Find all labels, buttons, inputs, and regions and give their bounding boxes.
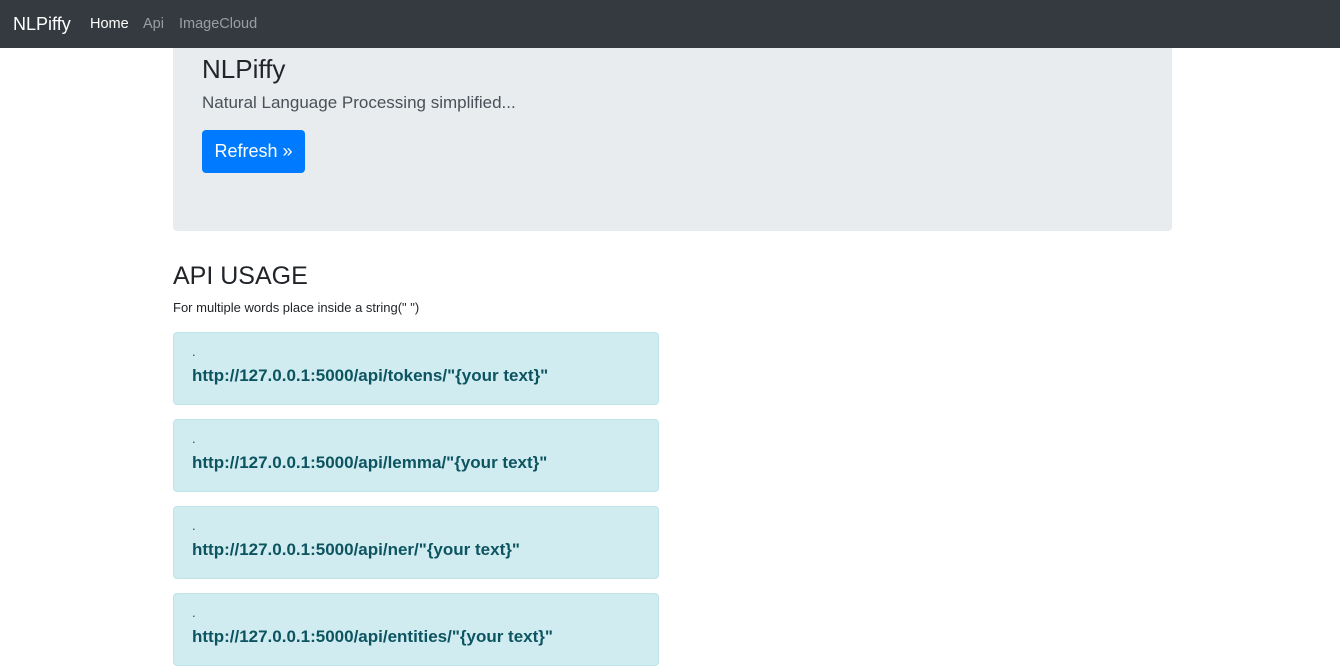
api-endpoint-url-lemma: http://127.0.0.1:5000/api/lemma/"{your t… <box>192 453 548 472</box>
top-navbar: NLPiffy Home Api ImageCloud <box>0 0 1340 48</box>
api-endpoint-url-ner: http://127.0.0.1:5000/api/ner/"{your tex… <box>192 540 520 559</box>
api-endpoint-card: . http://127.0.0.1:5000/api/entities/"{y… <box>173 593 659 666</box>
nav-link-api[interactable]: Api <box>143 16 164 33</box>
nav-link-imagecloud[interactable]: ImageCloud <box>179 16 257 33</box>
jumbotron-lead: Natural Language Processing simplified..… <box>202 93 516 112</box>
refresh-button[interactable]: Refresh » <box>202 130 305 173</box>
api-endpoint-card: . http://127.0.0.1:5000/api/tokens/"{you… <box>173 332 659 405</box>
api-endpoint-dot: . <box>192 518 196 533</box>
brand-logo-link[interactable]: NLPiffy <box>13 13 71 35</box>
api-endpoint-dot: . <box>192 344 196 359</box>
jumbotron-title: NLPiffy <box>202 54 286 84</box>
api-usage-heading: API USAGE <box>173 262 308 290</box>
api-usage-note: For multiple words place inside a string… <box>173 300 420 315</box>
jumbotron: NLPiffy Natural Language Processing simp… <box>173 48 1172 231</box>
api-endpoint-url-tokens: http://127.0.0.1:5000/api/tokens/"{your … <box>192 366 549 385</box>
api-endpoint-dot: . <box>192 431 196 446</box>
nav-link-home[interactable]: Home <box>90 16 129 33</box>
api-endpoint-dot: . <box>192 605 196 620</box>
api-endpoint-card: . http://127.0.0.1:5000/api/ner/"{your t… <box>173 506 659 579</box>
api-endpoint-url-entities: http://127.0.0.1:5000/api/entities/"{you… <box>192 627 553 646</box>
api-endpoint-card: . http://127.0.0.1:5000/api/lemma/"{your… <box>173 419 659 492</box>
